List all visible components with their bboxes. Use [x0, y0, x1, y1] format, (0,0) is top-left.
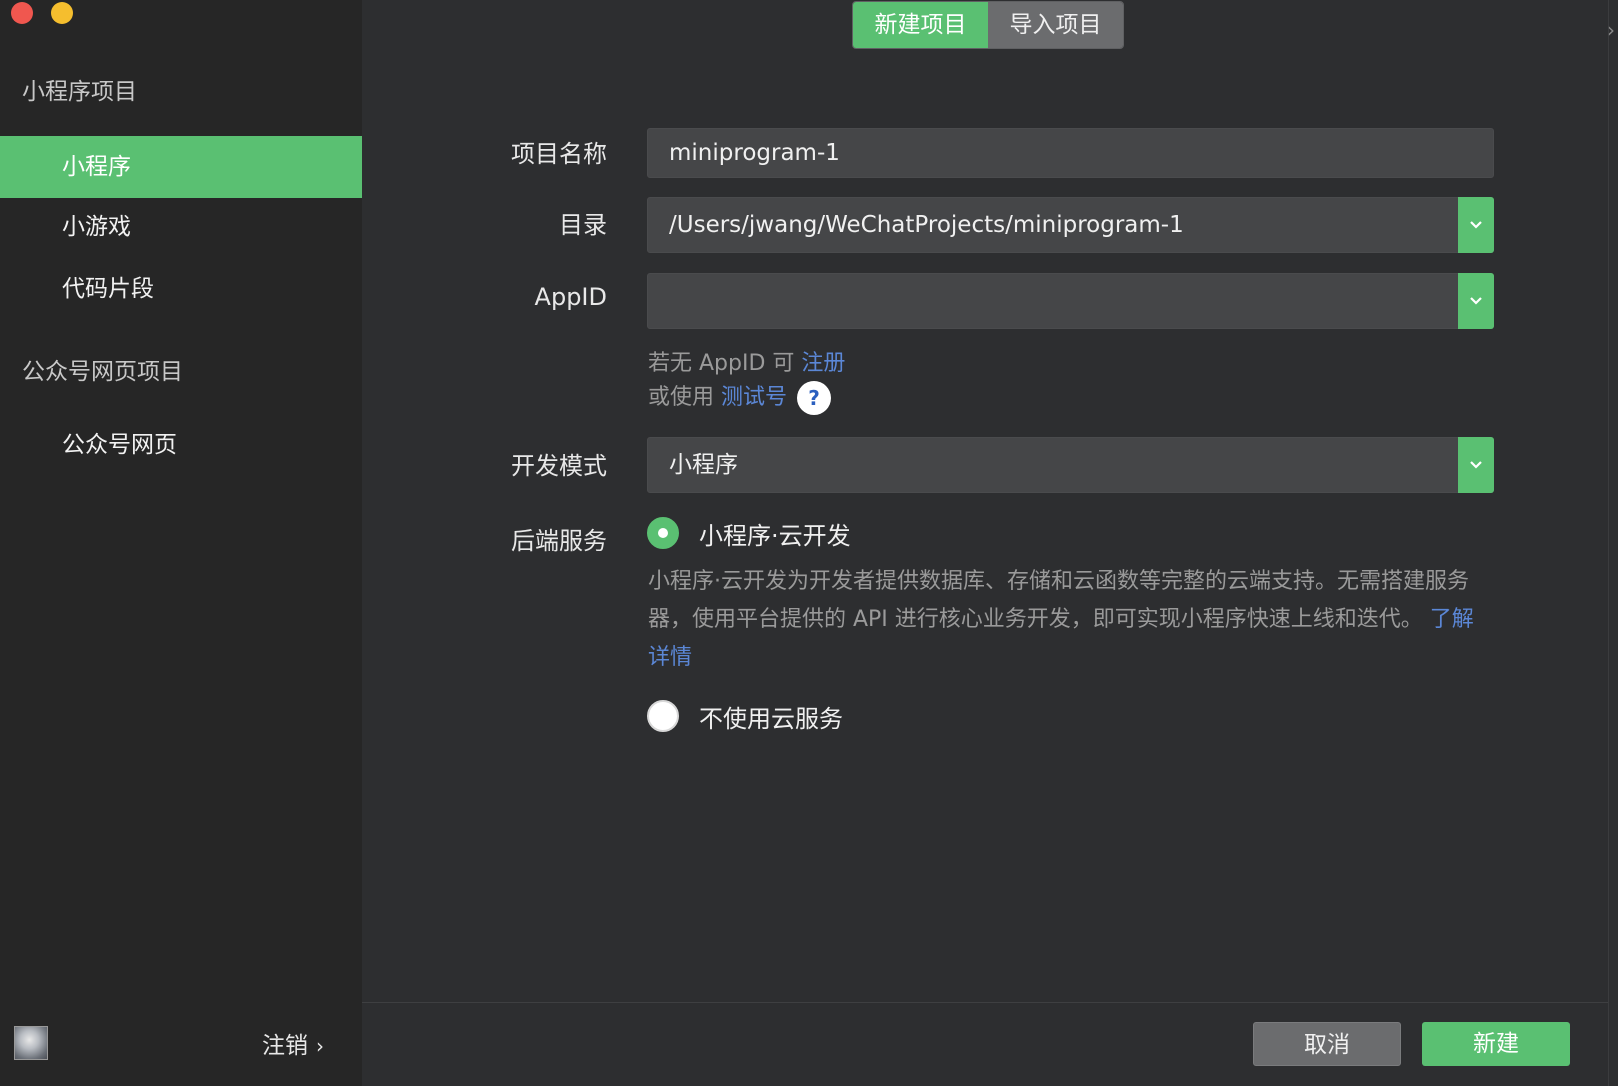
sidebar-item-miniprogram[interactable]: 小程序	[0, 136, 362, 198]
radio-no-cloud-label[interactable]: 不使用云服务	[699, 699, 843, 734]
project-name-label: 项目名称	[511, 140, 607, 168]
project-type-tabs: 新建项目 导入项目	[852, 1, 1124, 49]
sidebar-item-official-account-webpage[interactable]: 公众号网页	[0, 414, 362, 476]
sidebar: 小程序项目 小程序 小游戏 代码片段 公众号网页项目 公众号网页 注销 ›	[0, 0, 362, 1086]
chevron-down-icon	[1470, 221, 1482, 229]
sidebar-item-minigame[interactable]: 小游戏	[0, 196, 362, 258]
project-name-value: miniprogram-1	[669, 140, 840, 166]
tab-import-project[interactable]: 导入项目	[988, 2, 1123, 48]
register-link[interactable]: 注册	[801, 351, 845, 376]
footer-divider	[362, 1002, 1608, 1003]
directory-value: /Users/jwang/WeChatProjects/miniprogram-…	[669, 212, 1184, 238]
appid-dropdown-button[interactable]	[1458, 273, 1494, 329]
dev-mode-label: 开发模式	[511, 452, 607, 480]
appid-label: AppID	[534, 283, 607, 311]
window-edge	[1608, 0, 1618, 1086]
tab-new-project[interactable]: 新建项目	[853, 2, 988, 48]
sidebar-item-code-snippet[interactable]: 代码片段	[0, 258, 362, 320]
appid-hint-line1: 若无 AppID 可 注册	[648, 345, 845, 377]
dev-mode-select[interactable]: 小程序	[647, 437, 1494, 493]
cloud-dev-description: 小程序·云开发为开发者提供数据库、存储和云函数等完整的云端支持。无需搭建服务器，…	[648, 563, 1494, 677]
section-title-official-account-projects: 公众号网页项目	[22, 359, 183, 385]
directory-dropdown-button[interactable]	[1458, 197, 1494, 253]
chevron-down-icon	[1470, 461, 1482, 469]
directory-input[interactable]: /Users/jwang/WeChatProjects/miniprogram-…	[647, 197, 1494, 253]
test-account-link[interactable]: 测试号	[721, 385, 787, 410]
appid-hint-text: 若无 AppID 可	[648, 351, 795, 376]
help-icon[interactable]: ?	[797, 381, 832, 415]
appid-input[interactable]	[647, 273, 1494, 329]
radio-cloud-dev-label[interactable]: 小程序·云开发	[699, 516, 851, 551]
create-button[interactable]: 新建	[1422, 1022, 1570, 1066]
appid-hint-line2: 或使用 测试号?	[648, 379, 832, 415]
window-close-button[interactable]	[11, 2, 33, 24]
avatar[interactable]	[14, 1026, 48, 1060]
cloud-dev-description-text: 小程序·云开发为开发者提供数据库、存储和云函数等完整的云端支持。无需搭建服务器，…	[648, 569, 1469, 632]
cancel-button[interactable]: 取消	[1253, 1022, 1401, 1066]
appid-hint2-text: 或使用	[648, 385, 715, 410]
radio-cloud-dev[interactable]	[647, 517, 679, 549]
dev-mode-value: 小程序	[669, 452, 738, 478]
window-minimize-button[interactable]	[51, 2, 73, 24]
section-title-miniprogram-projects: 小程序项目	[22, 79, 137, 105]
logout-button[interactable]: 注销 ›	[262, 1026, 324, 1060]
logout-label: 注销	[262, 1033, 308, 1059]
backend-service-label: 后端服务	[511, 527, 607, 555]
directory-label: 目录	[559, 211, 607, 239]
chevron-right-icon: ›	[316, 1034, 324, 1058]
dev-mode-dropdown-button[interactable]	[1458, 437, 1494, 493]
collapse-chevron-icon[interactable]: ›	[1607, 18, 1615, 42]
radio-no-cloud[interactable]	[647, 700, 679, 732]
project-name-input[interactable]: miniprogram-1	[647, 128, 1494, 178]
chevron-down-icon	[1470, 297, 1482, 305]
new-project-window: 小程序项目 小程序 小游戏 代码片段 公众号网页项目 公众号网页 注销 › › 新…	[0, 0, 1618, 1086]
